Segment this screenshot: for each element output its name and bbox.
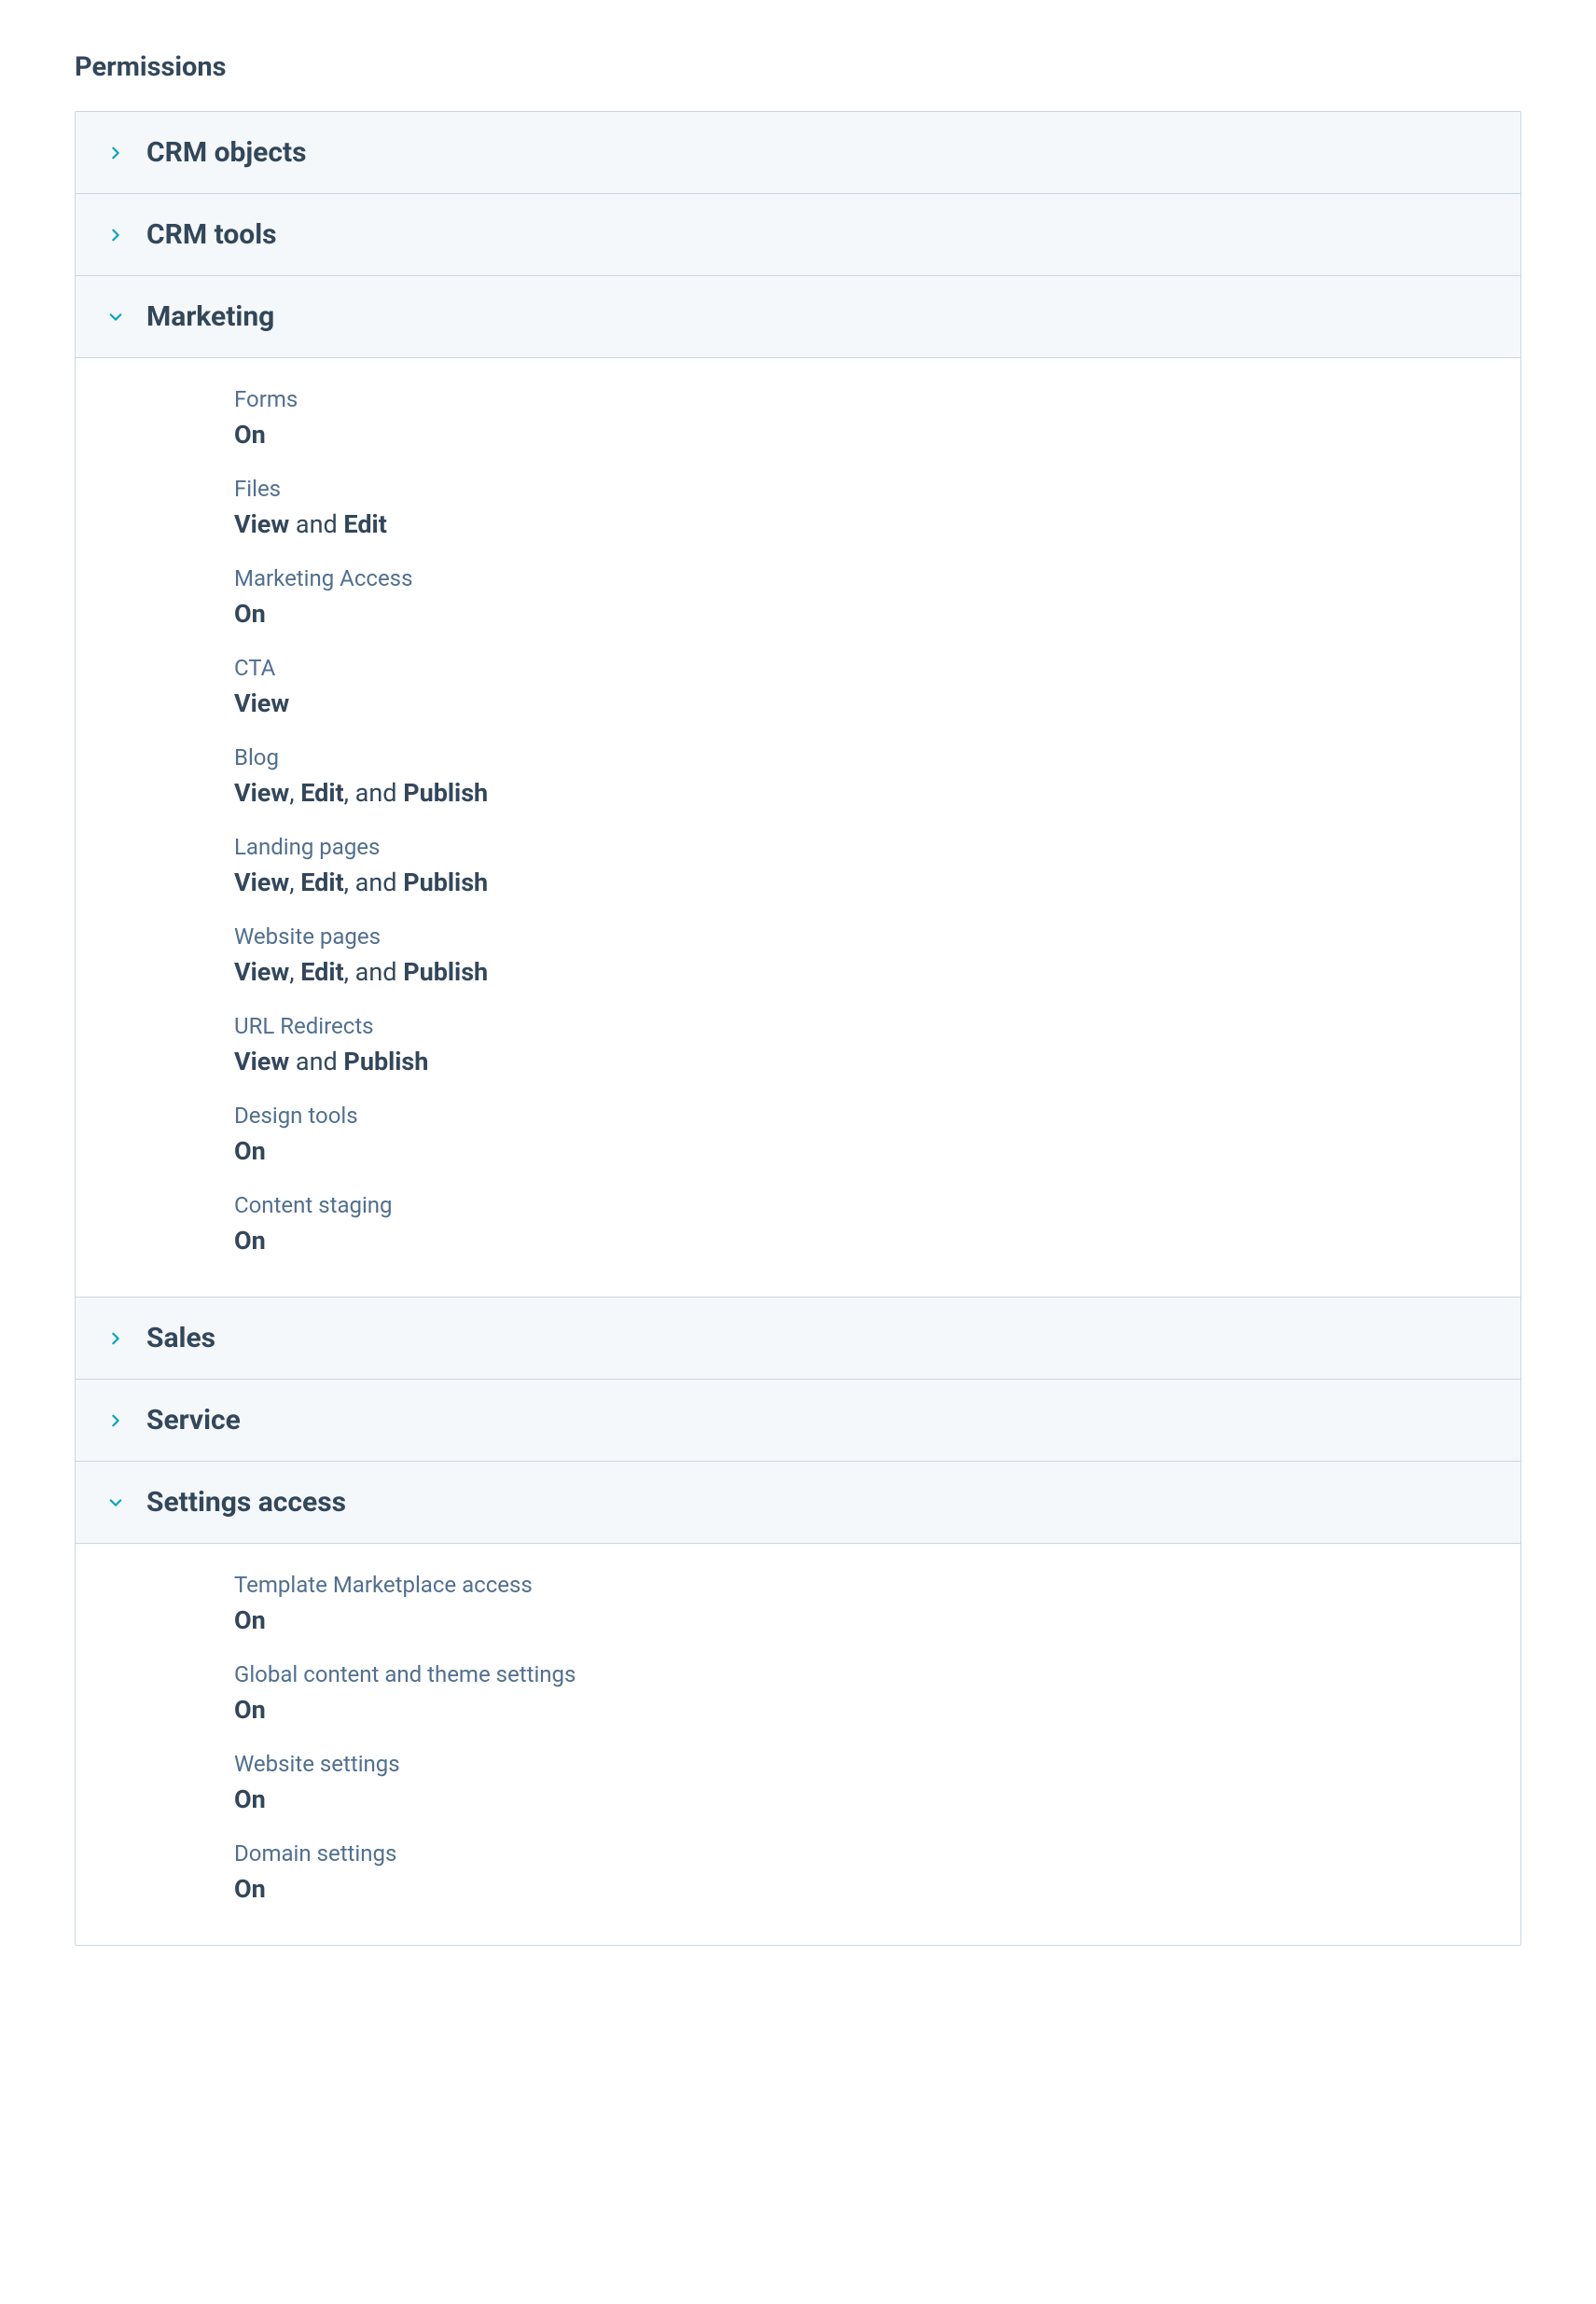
perm-label: Landing pages <box>234 834 1520 860</box>
perm-label: Blog <box>234 744 1520 770</box>
perm-value: On <box>234 1874 1520 1904</box>
marketing-panel: Forms On Files View and Edit Marketing A… <box>76 358 1520 1298</box>
perm-label: Website pages <box>234 923 1520 950</box>
settings-panel: Template Marketplace access On Global co… <box>76 1544 1520 1945</box>
perm-value: View and Edit <box>234 509 1520 539</box>
section-title: Service <box>146 1404 241 1437</box>
permissions-accordion: CRM objects CRM tools Marketing Forms On <box>75 111 1521 1946</box>
perm-value: On <box>234 1605 1520 1635</box>
section-sales[interactable]: Sales <box>76 1298 1520 1380</box>
page-title: Permissions <box>75 51 1521 83</box>
chevron-down-icon <box>107 1494 124 1511</box>
perm-value: On <box>234 1136 1520 1166</box>
perm-content-staging: Content staging On <box>234 1192 1520 1256</box>
perm-label: Design tools <box>234 1103 1520 1129</box>
perm-value: View, Edit, and Publish <box>234 778 1520 808</box>
section-title: Sales <box>146 1322 215 1354</box>
chevron-down-icon <box>107 309 124 326</box>
perm-label: Website settings <box>234 1751 1520 1777</box>
perm-value: View, Edit, and Publish <box>234 957 1520 987</box>
perm-value: On <box>234 1784 1520 1814</box>
chevron-right-icon <box>107 227 124 243</box>
perm-domain-settings: Domain settings On <box>234 1840 1520 1904</box>
section-crm-tools[interactable]: CRM tools <box>76 194 1520 276</box>
section-settings-access[interactable]: Settings access <box>76 1462 1520 1544</box>
section-crm-objects[interactable]: CRM objects <box>76 112 1520 194</box>
perm-label: Template Marketplace access <box>234 1572 1520 1598</box>
perm-blog: Blog View, Edit, and Publish <box>234 744 1520 808</box>
perm-marketing-access: Marketing Access On <box>234 565 1520 629</box>
perm-value: On <box>234 1695 1520 1725</box>
perm-files: Files View and Edit <box>234 476 1520 539</box>
perm-value: On <box>234 599 1520 629</box>
perm-global-content: Global content and theme settings On <box>234 1661 1520 1725</box>
section-title: Marketing <box>146 300 274 333</box>
chevron-right-icon <box>107 1330 124 1347</box>
perm-label: CTA <box>234 655 1520 681</box>
perm-label: Marketing Access <box>234 565 1520 591</box>
chevron-right-icon <box>107 1412 124 1429</box>
perm-landing-pages: Landing pages View, Edit, and Publish <box>234 834 1520 897</box>
perm-value: On <box>234 1226 1520 1256</box>
perm-cta: CTA View <box>234 655 1520 718</box>
perm-value: On <box>234 420 1520 450</box>
perm-label: Forms <box>234 386 1520 412</box>
perm-design-tools: Design tools On <box>234 1103 1520 1166</box>
chevron-right-icon <box>107 145 124 161</box>
section-title: Settings access <box>146 1486 346 1519</box>
perm-value: View, Edit, and Publish <box>234 867 1520 897</box>
perm-label: Global content and theme settings <box>234 1661 1520 1687</box>
perm-label: URL Redirects <box>234 1013 1520 1039</box>
perm-forms: Forms On <box>234 386 1520 450</box>
section-service[interactable]: Service <box>76 1380 1520 1462</box>
perm-value: View and Publish <box>234 1047 1520 1076</box>
section-title: CRM objects <box>146 136 307 169</box>
section-title: CRM tools <box>146 218 277 251</box>
perm-label: Domain settings <box>234 1840 1520 1867</box>
perm-template-marketplace: Template Marketplace access On <box>234 1572 1520 1635</box>
perm-label: Content staging <box>234 1192 1520 1218</box>
perm-website-pages: Website pages View, Edit, and Publish <box>234 923 1520 987</box>
perm-url-redirects: URL Redirects View and Publish <box>234 1013 1520 1076</box>
perm-label: Files <box>234 476 1520 502</box>
perm-website-settings: Website settings On <box>234 1751 1520 1814</box>
perm-value: View <box>234 688 1520 718</box>
section-marketing[interactable]: Marketing <box>76 276 1520 358</box>
